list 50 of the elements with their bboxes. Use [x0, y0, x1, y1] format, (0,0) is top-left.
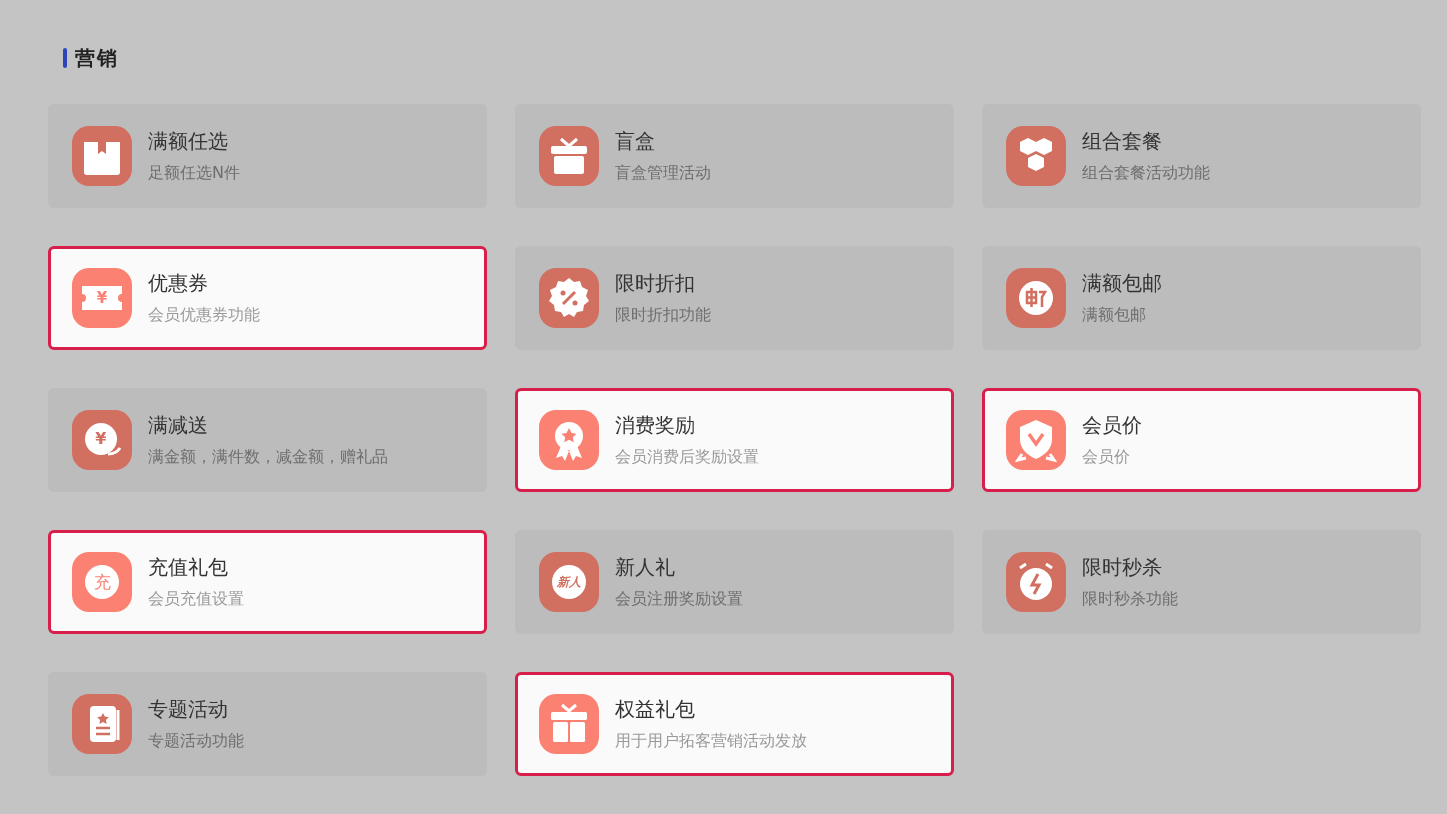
- card-description: 满额包邮: [1082, 305, 1147, 326]
- card-title: 充值礼包: [148, 554, 229, 581]
- feature-card[interactable]: 盲盒 盲盒管理活动: [515, 104, 954, 208]
- card-description: 限时折扣功能: [615, 305, 711, 326]
- feature-card[interactable]: 组合套餐 组合套餐活动功能: [982, 104, 1421, 208]
- feature-card[interactable]: 权益礼包 用于用户拓客营销活动发放: [515, 672, 954, 776]
- feature-card[interactable]: ¥ 满减送 满金额，满件数，减金额，赠礼品: [48, 388, 487, 492]
- card-title: 满减送: [148, 412, 209, 439]
- card-description: 会员价: [1082, 447, 1131, 468]
- title-marker: [63, 48, 67, 68]
- shield-icon: [1014, 418, 1058, 462]
- feature-card[interactable]: 满额任选 足额任选N件: [48, 104, 487, 208]
- card-title: 会员价: [1082, 412, 1142, 439]
- feature-card[interactable]: ¥ 优惠券 会员优惠券功能: [48, 246, 487, 350]
- card-title: 满额任选: [148, 128, 229, 155]
- card-description: 限时秒杀功能: [1082, 589, 1178, 610]
- feature-card[interactable]: 满额包邮 满额包邮: [982, 246, 1421, 350]
- feature-card[interactable]: 充 充值礼包 会员充值设置: [48, 530, 487, 634]
- feature-card[interactable]: 限时秒杀 限时秒杀功能: [982, 530, 1421, 634]
- card-title: 限时秒杀: [1082, 554, 1163, 581]
- card-description: 会员充值设置: [148, 589, 244, 610]
- card-description: 会员优惠券功能: [148, 305, 260, 326]
- feature-card[interactable]: 消费奖励 会员消费后奖励设置: [515, 388, 954, 492]
- card-title: 消费奖励: [615, 412, 696, 439]
- card-title: 权益礼包: [615, 696, 696, 723]
- section-title: 营销: [75, 44, 119, 72]
- card-description: 满金额，满件数，减金额，赠礼品: [148, 447, 388, 468]
- card-title: 限时折扣: [615, 270, 696, 297]
- card-description: 组合套餐活动功能: [1082, 163, 1210, 184]
- feature-card[interactable]: 限时折扣 限时折扣功能: [515, 246, 954, 350]
- card-title: 满额包邮: [1082, 270, 1162, 297]
- card-description: 用于用户拓客营销活动发放: [615, 731, 807, 752]
- icon-label: ¥: [96, 290, 108, 306]
- card-description: 会员注册奖励设置: [615, 589, 743, 610]
- card-title: 优惠券: [148, 270, 209, 297]
- feature-card[interactable]: 会员价 会员价: [982, 388, 1421, 492]
- icon-label: 新人: [557, 576, 581, 588]
- card-title: 专题活动: [148, 696, 229, 723]
- card-title: 组合套餐: [1082, 128, 1163, 155]
- card-title: 新人礼: [615, 554, 676, 581]
- card-description: 专题活动功能: [148, 731, 244, 752]
- icon-label: ¥: [95, 430, 107, 447]
- card-title: 盲盒: [615, 128, 656, 155]
- card-description: 足额任选N件: [148, 163, 240, 184]
- card-description: 盲盒管理活动: [615, 163, 711, 184]
- card-description: 会员消费后奖励设置: [615, 447, 759, 468]
- percent-badge-icon: [547, 276, 591, 320]
- feature-card[interactable]: 新人 新人礼 会员注册奖励设置: [515, 530, 954, 634]
- feature-card[interactable]: 专题活动 专题活动功能: [48, 672, 487, 776]
- icon-label: 充: [93, 573, 111, 591]
